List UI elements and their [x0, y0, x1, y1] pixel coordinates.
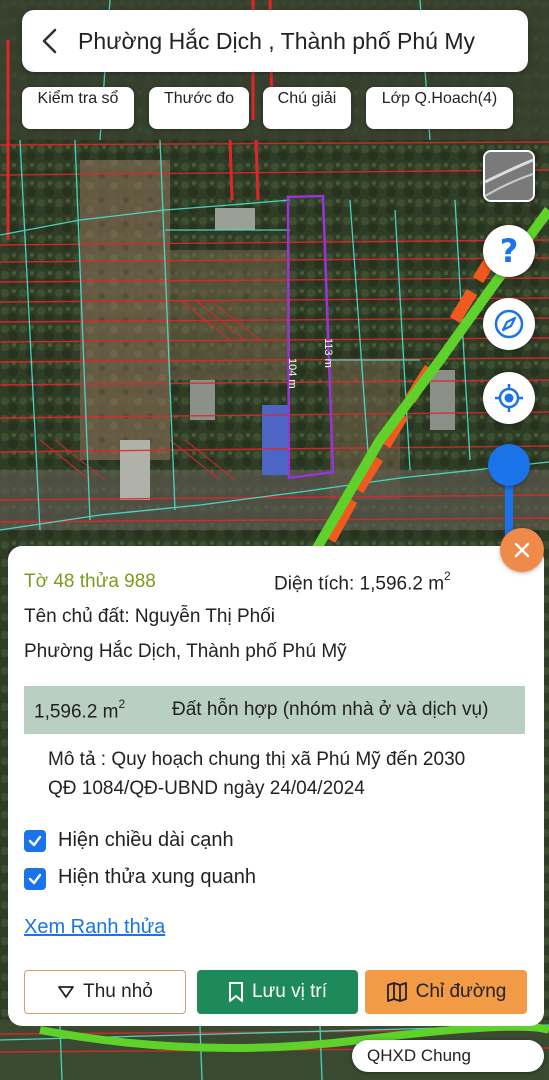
view-boundary-link[interactable]: Xem Ranh thửa — [24, 916, 165, 939]
edge-length-right: 113 m — [322, 338, 334, 368]
parcel-info-sheet: Tờ 48 thửa 988 Diện tích: 1,596.2 m2 Tên… — [8, 546, 544, 1026]
parcel-address: Phường Hắc Dịch, Thành phố Phú Mỹ — [24, 641, 347, 662]
directions-label: Chỉ đường — [415, 981, 507, 1002]
chevron-down-icon — [58, 986, 75, 998]
map-icon — [386, 982, 407, 1002]
sheet-parcel-number: Tờ 48 thửa 988 — [24, 571, 156, 592]
base-layer-toggle[interactable] — [483, 150, 535, 202]
show-edge-length-checkbox[interactable] — [24, 830, 46, 852]
zoning-row: 1,596.2 m2 Đất hỗn hợp (nhóm nhà ở và dị… — [24, 686, 525, 734]
save-location-button[interactable]: Lưu vị trí — [197, 970, 358, 1014]
locate-icon — [495, 384, 523, 412]
zoning-area: 1,596.2 m2 — [34, 697, 126, 723]
compass-button[interactable] — [483, 298, 535, 350]
help-icon: ? — [499, 232, 519, 270]
check-book-button[interactable]: Kiểm tra sổ — [22, 87, 134, 129]
zoning-type: Đất hỗn hợp (nhóm nhà ở và dịch vụ) — [172, 699, 489, 720]
help-button[interactable]: ? — [483, 225, 535, 277]
bookmark-icon — [228, 982, 243, 1002]
parcel-area: Diện tích: 1,596.2 m2 — [274, 569, 451, 595]
checkbox-checked-icon — [28, 835, 42, 847]
planning-layers-button[interactable]: Lớp Q.Hoach(4) — [366, 87, 513, 129]
close-icon — [514, 542, 530, 558]
directions-button[interactable]: Chỉ đường — [365, 970, 527, 1014]
compass-icon — [494, 309, 524, 339]
show-neighbors-checkbox[interactable] — [24, 868, 46, 890]
edge-length-left: 104 m — [286, 358, 298, 389]
my-location-button[interactable] — [483, 372, 535, 424]
shrink-label: Thu nhỏ — [83, 981, 153, 1002]
back-button[interactable] — [22, 10, 78, 72]
plan-description: Mô tả : Quy hoạch chung thị xã Phú Mỹ đế… — [48, 749, 466, 770]
owner-name: Tên chủ đất: Nguyễn Thị Phối — [24, 606, 276, 627]
legend-button[interactable]: Chú giải — [263, 87, 351, 129]
back-arrow-icon — [42, 28, 57, 54]
opacity-slider-knob[interactable] — [488, 444, 530, 486]
page-title: Phường Hắc Dịch , Thành phố Phú My — [78, 27, 475, 54]
save-location-label: Lưu vị trí — [251, 981, 328, 1002]
planning-layer-chip[interactable]: QHXD Chung — [352, 1040, 544, 1072]
top-bar: Phường Hắc Dịch , Thành phố Phú My — [22, 10, 528, 72]
show-edge-length-label[interactable]: Hiện chiều dài cạnh — [58, 829, 234, 852]
plan-decision: QĐ 1084/QĐ-UBND ngày 24/04/2024 — [48, 778, 365, 799]
shrink-button[interactable]: Thu nhỏ — [24, 970, 186, 1014]
show-neighbors-label[interactable]: Hiện thửa xung quanh — [58, 866, 256, 889]
close-sheet-button[interactable] — [500, 528, 544, 572]
checkbox-checked-icon — [28, 873, 42, 885]
map-layer-icon — [485, 152, 533, 200]
measure-button[interactable]: Thước đo — [149, 87, 249, 129]
